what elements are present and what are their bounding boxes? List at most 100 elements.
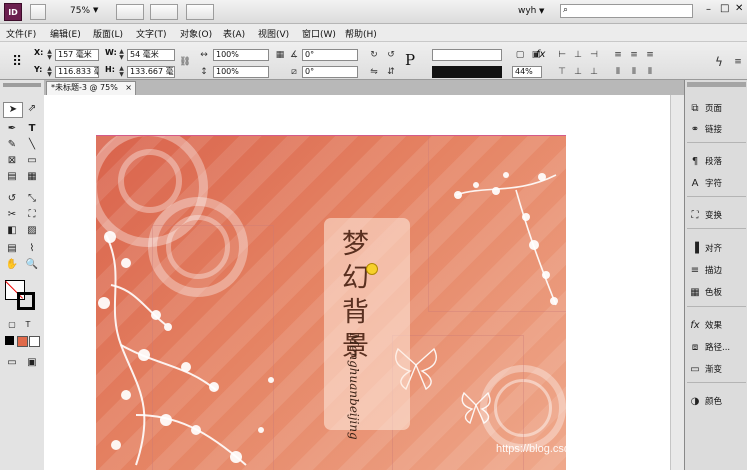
reference-point-icon[interactable]: ⠿ bbox=[12, 54, 22, 70]
align-vcenter-icon[interactable]: ⊥ bbox=[572, 66, 584, 78]
flip-vertical-icon[interactable]: ⇵ bbox=[385, 66, 397, 78]
align-hcenter-icon[interactable]: ⊥ bbox=[572, 49, 584, 61]
menu-help[interactable]: 帮助(H) bbox=[345, 27, 377, 40]
scissors-tool-icon[interactable]: ✂ bbox=[3, 208, 21, 222]
rectangle-frame-tool-icon[interactable]: ⊠ bbox=[3, 154, 21, 168]
formatting-text-icon[interactable]: T bbox=[19, 318, 37, 332]
scale-tool-icon[interactable]: ⤡ bbox=[23, 192, 41, 206]
h-field[interactable]: 133.667 毫 bbox=[127, 66, 175, 78]
panel-align[interactable]: ▐ 对齐 bbox=[688, 241, 746, 256]
hand-tool-icon[interactable]: ✋ bbox=[3, 258, 21, 272]
free-transform-tool-icon[interactable]: ⛶ bbox=[23, 208, 41, 222]
menu-view[interactable]: 视图(V) bbox=[258, 27, 289, 40]
menu-table[interactable]: 表(A) bbox=[223, 27, 245, 40]
align-right-icon[interactable]: ⊣ bbox=[588, 49, 600, 61]
panel-links[interactable]: ⚭ 链接 bbox=[688, 122, 746, 137]
zoom-dropdown-icon[interactable]: ▼ bbox=[93, 6, 98, 14]
toolbox-grip[interactable] bbox=[3, 83, 41, 87]
document-canvas[interactable]: 梦 幻 背 景 Menghuanbeijing bbox=[44, 95, 684, 470]
rotate-ccw-icon[interactable]: ↺ bbox=[385, 49, 397, 61]
workspace-label[interactable]: wyh bbox=[518, 6, 536, 16]
constrain-proportions-icon[interactable]: ⛓ bbox=[179, 56, 191, 68]
lightning-icon[interactable]: ϟ bbox=[713, 56, 725, 68]
flip-horizontal-icon[interactable]: ⇋ bbox=[368, 66, 380, 78]
panel-character[interactable]: A 字符 bbox=[688, 176, 746, 191]
w-stepper[interactable]: ▲ ▼ bbox=[118, 49, 125, 61]
rectangle-tool-icon[interactable]: ▭ bbox=[23, 154, 41, 168]
vertical-scrollbar[interactable] bbox=[670, 95, 685, 470]
align-bottom-icon[interactable]: ⊥ bbox=[588, 66, 600, 78]
y-field[interactable]: 116.833 毫 bbox=[55, 66, 99, 78]
w-field[interactable]: 54 毫米 bbox=[127, 49, 175, 61]
rotate-cw-icon[interactable]: ↻ bbox=[368, 49, 380, 61]
selection-tool-icon[interactable]: ➤ bbox=[3, 102, 23, 118]
align-top-icon[interactable]: ⊤ bbox=[556, 66, 568, 78]
fx-icon[interactable]: fx bbox=[536, 49, 545, 60]
help-search-input[interactable]: ⌕ bbox=[560, 4, 693, 18]
panel-paragraph[interactable]: ¶ 段落 bbox=[688, 154, 746, 169]
panel-pathfinder[interactable]: ⧈ 路径... bbox=[688, 340, 746, 355]
arrange-documents-button[interactable] bbox=[186, 4, 214, 20]
eyedropper-tool-icon[interactable]: ⌇ bbox=[23, 242, 41, 256]
scale-x-field[interactable]: 100% bbox=[213, 49, 269, 61]
scale-y-field[interactable]: 100% bbox=[213, 66, 269, 78]
shear-field[interactable]: 0° bbox=[302, 66, 358, 78]
menu-layout[interactable]: 版面(L) bbox=[93, 27, 123, 40]
panel-menu-icon[interactable]: ≡ bbox=[732, 56, 744, 68]
apply-none-icon[interactable] bbox=[29, 336, 40, 347]
opacity-field[interactable]: 44% bbox=[512, 66, 542, 78]
align-left-icon[interactable]: ⊢ bbox=[556, 49, 568, 61]
direct-selection-tool-icon[interactable]: ⇗ bbox=[23, 102, 41, 116]
panel-gradient[interactable]: ▭ 渐变 bbox=[688, 362, 746, 377]
document-tab[interactable]: *未标题-3 @ 75% × bbox=[46, 81, 136, 95]
screen-mode-button[interactable] bbox=[150, 4, 178, 20]
panel-stroke[interactable]: ≡ 描边 bbox=[688, 263, 746, 278]
fill-swatch-dropdown[interactable] bbox=[432, 49, 502, 61]
dock-grip[interactable] bbox=[687, 82, 746, 87]
rotate-field[interactable]: 0° bbox=[302, 49, 358, 61]
distribute-left-icon[interactable]: ⦀ bbox=[612, 66, 624, 78]
panel-effects[interactable]: fx 效果 bbox=[688, 318, 746, 333]
menu-edit[interactable]: 编辑(E) bbox=[50, 27, 81, 40]
stroke-swatch[interactable] bbox=[17, 292, 35, 310]
pencil-tool-icon[interactable]: ✎ bbox=[3, 138, 21, 152]
zoom-level[interactable]: 75% bbox=[70, 6, 90, 16]
workspace-dropdown-icon[interactable]: ▼ bbox=[539, 7, 544, 15]
title-text-frame[interactable]: 梦 幻 背 景 Menghuanbeijing bbox=[324, 218, 410, 440]
background-artwork[interactable]: 梦 幻 背 景 Menghuanbeijing bbox=[96, 135, 566, 470]
distribute-right-icon[interactable]: ⦀ bbox=[644, 66, 656, 78]
menu-object[interactable]: 对象(O) bbox=[180, 27, 212, 40]
pen-tool-icon[interactable]: ✒ bbox=[3, 122, 21, 136]
minimize-icon[interactable]: – bbox=[706, 4, 711, 15]
zoom-tool-icon[interactable]: 🔍 bbox=[23, 258, 41, 272]
close-tab-icon[interactable]: × bbox=[125, 82, 132, 94]
gradient-feather-tool-icon[interactable]: ▨ bbox=[23, 224, 41, 238]
apply-gradient-icon[interactable] bbox=[17, 336, 28, 347]
note-tool-icon[interactable]: ▤ bbox=[3, 242, 21, 256]
menu-window[interactable]: 窗口(W) bbox=[302, 27, 336, 40]
line-tool-icon[interactable]: ╲ bbox=[23, 138, 41, 152]
distribute-vcenter-icon[interactable]: ≡ bbox=[628, 49, 640, 61]
button-tool-icon[interactable]: ▤ bbox=[3, 170, 21, 184]
normal-view-icon[interactable]: ▭ bbox=[3, 356, 21, 370]
view-options-button[interactable] bbox=[116, 4, 144, 20]
x-field[interactable]: 157 毫米 bbox=[55, 49, 99, 61]
gradient-tool-icon[interactable]: ◧ bbox=[3, 224, 21, 238]
panel-transform[interactable]: ⛶ 变换 bbox=[688, 208, 746, 223]
maximize-icon[interactable]: □ bbox=[720, 3, 729, 14]
stroke-weight-preview[interactable] bbox=[432, 66, 502, 78]
distribute-hcenter-icon[interactable]: ⦀ bbox=[628, 66, 640, 78]
fit-content-icon[interactable]: ▢ bbox=[514, 49, 526, 61]
rotate-tool-icon[interactable]: ↺ bbox=[3, 192, 21, 206]
x-stepper[interactable]: ▲ ▼ bbox=[46, 49, 53, 61]
scale-lock-icon[interactable]: ▦ bbox=[274, 49, 286, 61]
panel-swatches[interactable]: ▦ 色板 bbox=[688, 285, 746, 300]
distribute-top-icon[interactable]: ≡ bbox=[612, 49, 624, 61]
bridge-button[interactable] bbox=[30, 4, 46, 20]
y-stepper[interactable]: ▲ ▼ bbox=[46, 66, 53, 78]
menu-type[interactable]: 文字(T) bbox=[136, 27, 167, 40]
menu-file[interactable]: 文件(F) bbox=[6, 27, 36, 40]
table-tool-icon[interactable]: ▦ bbox=[23, 170, 41, 184]
apply-color-icon[interactable] bbox=[5, 336, 14, 345]
distribute-bottom-icon[interactable]: ≡ bbox=[644, 49, 656, 61]
